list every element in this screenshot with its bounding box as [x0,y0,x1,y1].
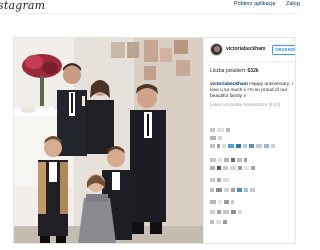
instagram-logo[interactable]: stagram [0,0,45,12]
obscured-comment [210,188,255,192]
post-card: victoriabeckham OBSERWUJ Liczba polubień… [13,37,296,244]
post-sidebar: victoriabeckham OBSERWUJ Liczba polubień… [203,38,295,243]
caption-username[interactable]: victoriabeckham [210,82,248,87]
obscured-comment [210,178,229,182]
post-username[interactable]: victoriabeckham [226,46,265,52]
get-app-link[interactable]: Pobierz aplikację [234,1,276,7]
obscured-comment [210,136,222,140]
top-nav-bar: stagram Pobierz aplikację Zalog [0,0,300,14]
obscured-comment [210,210,242,214]
likes-count: Liczba polubień: 632k [210,68,259,74]
obscured-comment [210,166,255,170]
post-caption: victoriabeckham Happy anniversary. I lov… [210,82,295,101]
obscured-comment [210,200,234,204]
obscured-comment [210,220,227,224]
family-photo-illustration [14,38,203,243]
likes-number[interactable]: 632k [248,68,259,74]
follow-button[interactable]: OBSERWUJ [272,45,295,55]
obscured-comment [210,158,247,162]
likes-label: Liczba polubień: [210,68,247,74]
obscured-comment [210,128,230,132]
view-all-comments-link[interactable]: pokaż wszystkie komentarze (9,52) [210,102,280,107]
obscured-comment [210,144,275,148]
post-photo[interactable] [14,38,203,243]
post-header: victoriabeckham OBSERWUJ [204,38,295,62]
user-avatar[interactable] [210,43,223,56]
login-link[interactable]: Zalog [286,1,300,7]
